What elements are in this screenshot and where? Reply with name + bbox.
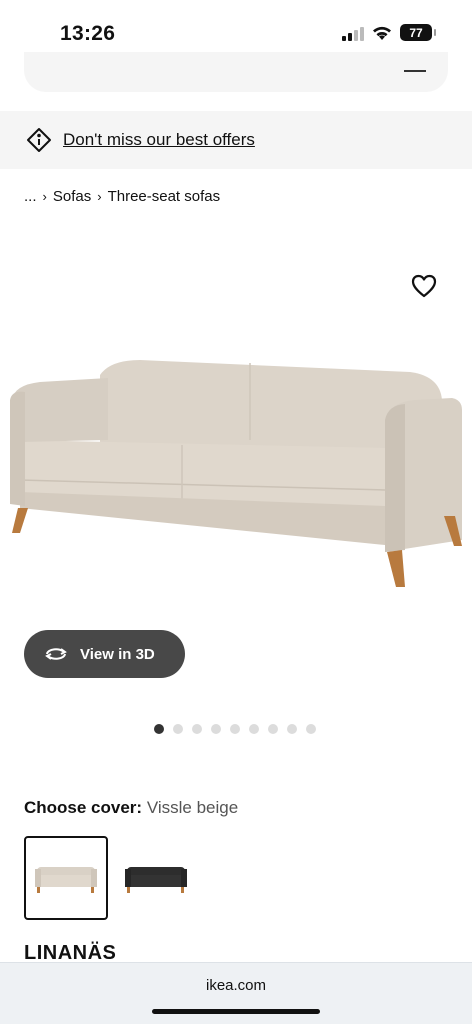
carousel-dot[interactable]	[211, 724, 221, 734]
view-in-3d-button[interactable]: View in 3D	[24, 630, 185, 678]
offer-link[interactable]: Don't miss our best offers	[63, 130, 255, 150]
carousel-dots[interactable]	[154, 724, 316, 734]
cellular-signal-icon	[342, 25, 364, 41]
rotate-3d-icon	[45, 648, 67, 660]
carousel-dot[interactable]	[287, 724, 297, 734]
browser-bottom-bar: ikea.com	[0, 962, 472, 1024]
chevron-right-icon: ›	[42, 189, 47, 204]
carousel-dot[interactable]	[173, 724, 183, 734]
sofa-thumbnail-dark	[125, 867, 187, 893]
chevron-right-icon: ›	[97, 189, 102, 204]
breadcrumb: ... › Sofas › Three-seat sofas	[24, 188, 220, 205]
carousel-dot[interactable]	[192, 724, 202, 734]
product-image[interactable]	[0, 330, 472, 620]
view-in-3d-label: View in 3D	[80, 645, 155, 663]
breadcrumb-sofas[interactable]: Sofas	[53, 188, 91, 205]
home-indicator[interactable]	[152, 1009, 320, 1014]
cover-value: Vissle beige	[146, 798, 239, 817]
carousel-dot[interactable]	[306, 724, 316, 734]
carousel-dot[interactable]	[249, 724, 259, 734]
carousel-dot[interactable]	[268, 724, 278, 734]
breadcrumb-three-seat-sofas[interactable]: Three-seat sofas	[108, 188, 221, 205]
clock: 13:26	[60, 22, 116, 45]
battery-icon: 77	[400, 24, 436, 41]
url-bar[interactable]: ikea.com	[0, 977, 472, 994]
cover-swatch-beige[interactable]	[24, 836, 108, 920]
offer-banner[interactable]: Don't miss our best offers	[0, 111, 472, 169]
cover-label: Choose cover:	[24, 798, 143, 817]
search-bar[interactable]	[24, 52, 448, 92]
breadcrumb-ellipsis[interactable]: ...	[24, 188, 37, 205]
carousel-dot[interactable]	[154, 724, 164, 734]
cover-selector-label: Choose cover: Vissle beige	[24, 798, 238, 818]
sofa-thumbnail-beige	[35, 867, 97, 893]
cover-swatch-dark[interactable]	[114, 836, 198, 920]
wifi-icon	[373, 26, 391, 40]
menu-icon[interactable]	[404, 70, 426, 72]
price-tag-icon	[27, 128, 51, 152]
favorite-heart-icon[interactable]	[410, 272, 438, 300]
carousel-dot[interactable]	[230, 724, 240, 734]
